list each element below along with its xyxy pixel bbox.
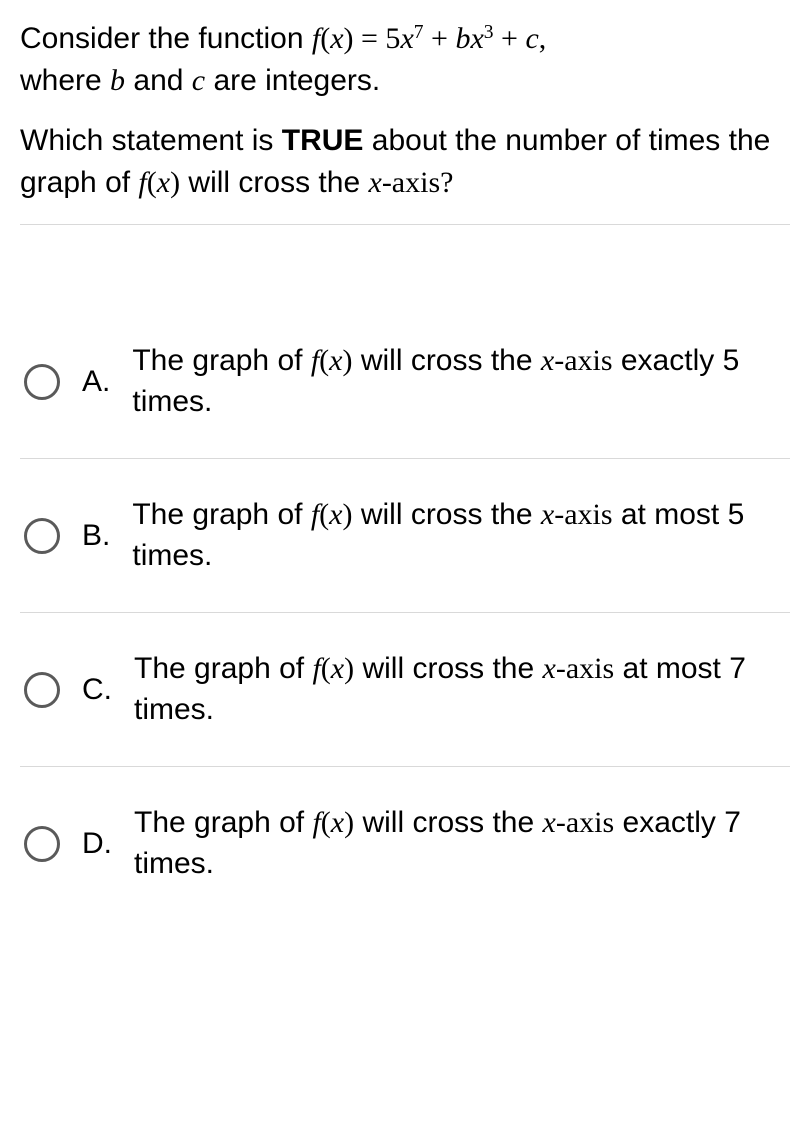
radio-icon[interactable] <box>24 518 60 554</box>
math-x-axis: x-axis? <box>368 166 453 199</box>
question-paragraph-1: Consider the function f(x) = 5x7 + bx3 +… <box>20 18 790 102</box>
math-var-c: c <box>192 64 205 97</box>
choice-text: The graph of f(x) will cross the x-axis … <box>132 341 790 422</box>
radio-icon[interactable] <box>24 672 60 708</box>
choice-text: The graph of f(x) will cross the x-axis … <box>132 495 790 576</box>
choice-c[interactable]: C. The graph of f(x) will cross the x-ax… <box>20 613 790 766</box>
text: where <box>20 64 110 97</box>
choice-text: The graph of f(x) will cross the x-axis … <box>134 803 790 884</box>
divider <box>20 224 790 225</box>
radio-icon[interactable] <box>24 826 60 862</box>
question-stem: Consider the function f(x) = 5x7 + bx3 +… <box>20 18 790 204</box>
choice-a[interactable]: A. The graph of f(x) will cross the x-ax… <box>20 305 790 458</box>
math-expression: f(x) = 5x7 + bx3 + c, <box>312 22 546 55</box>
answer-choices: A. The graph of f(x) will cross the x-ax… <box>20 305 790 920</box>
choice-b[interactable]: B. The graph of f(x) will cross the x-ax… <box>20 459 790 612</box>
text: will cross the <box>180 166 368 199</box>
choice-label: B. <box>82 515 110 557</box>
math-var-b: b <box>110 64 125 97</box>
text: and <box>125 64 192 97</box>
choice-label: C. <box>82 669 112 711</box>
choice-label: A. <box>82 361 110 403</box>
text: Consider the function <box>20 22 312 55</box>
question-paragraph-2: Which statement is TRUE about the number… <box>20 120 790 204</box>
choice-label: D. <box>82 823 112 865</box>
radio-icon[interactable] <box>24 364 60 400</box>
choice-text: The graph of f(x) will cross the x-axis … <box>134 649 790 730</box>
text: are integers. <box>205 64 380 97</box>
math-fx: f(x) <box>138 166 180 199</box>
choice-d[interactable]: D. The graph of f(x) will cross the x-ax… <box>20 767 790 920</box>
text: Which statement is <box>20 124 282 157</box>
text-bold: TRUE <box>282 124 364 157</box>
